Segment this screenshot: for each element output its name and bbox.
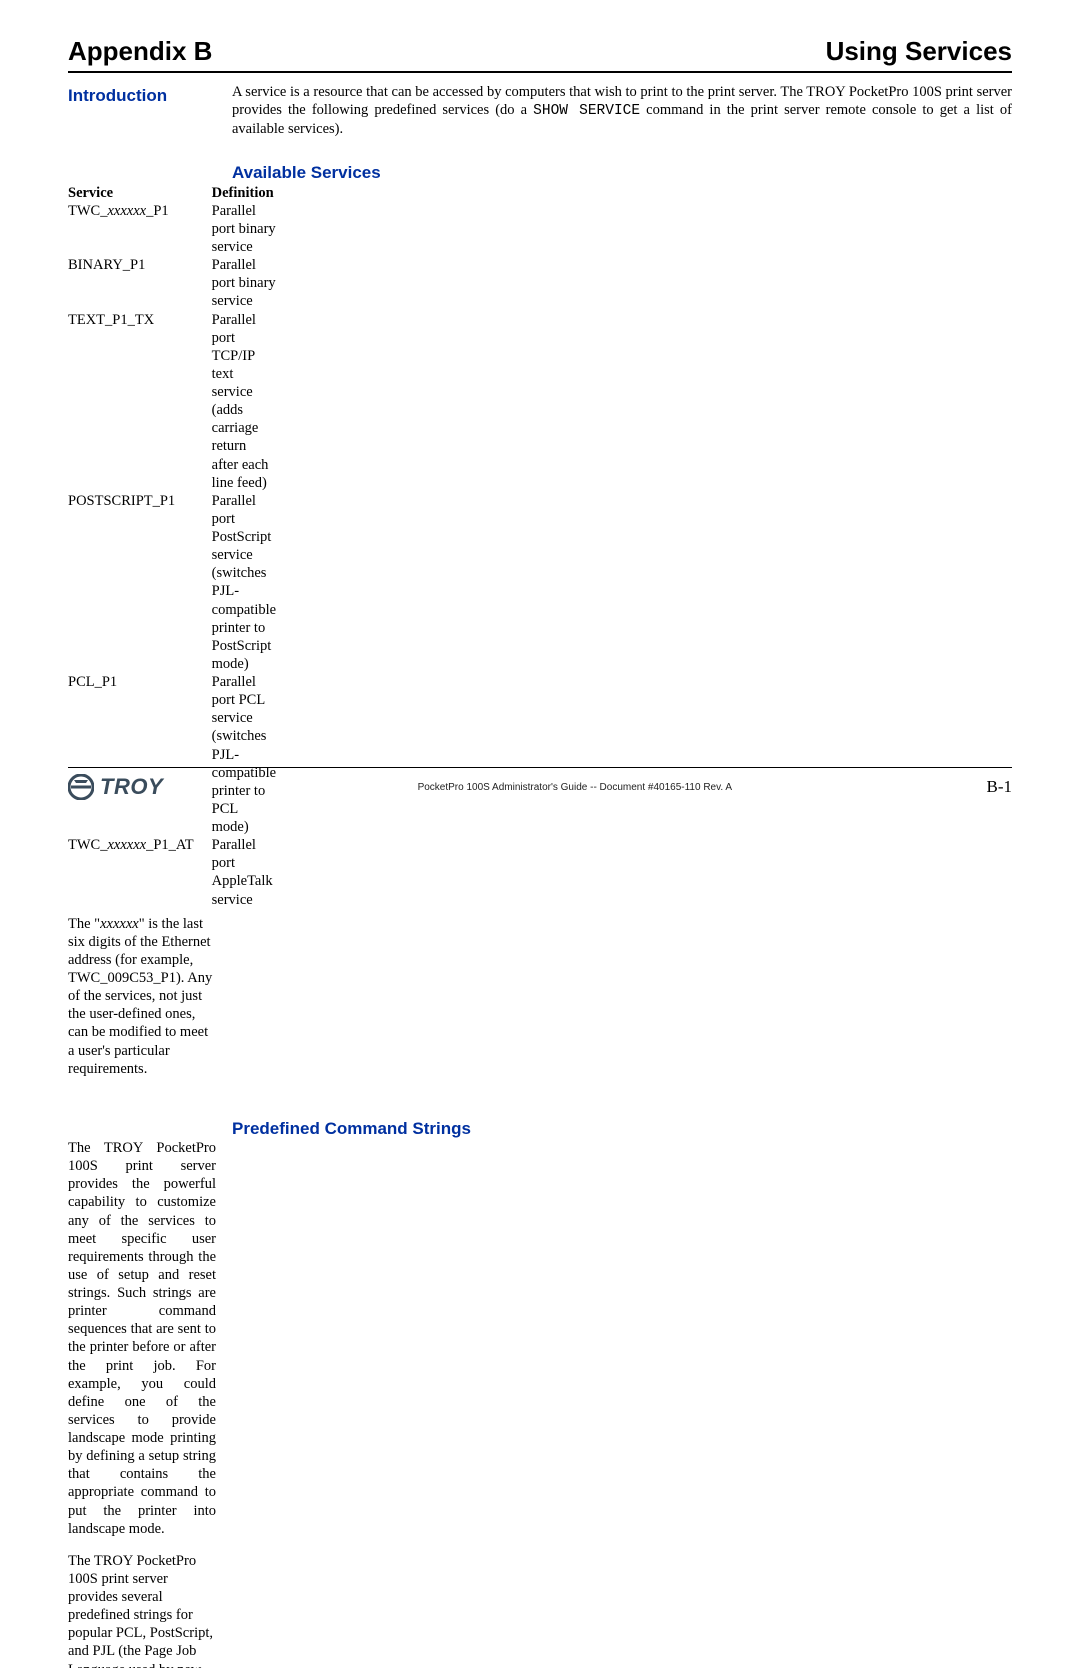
svc-definition: Parallel port PostScript service (switch… (212, 492, 294, 673)
page-header: Appendix B Using Services (68, 36, 1012, 67)
side-heading-introduction: Introduction (68, 83, 216, 152)
services-table-header-row: Service Definition (68, 184, 294, 202)
svc-name-part: TWC_ (68, 203, 107, 219)
svc-name-part: PCL_P1 (68, 674, 117, 690)
svc-name-part: BINARY_P1 (68, 257, 145, 273)
table-row: TEXT_P1_TX Parallel port TCP/IP text ser… (68, 311, 294, 492)
header-left: Appendix B (68, 36, 212, 67)
side-heading-available-services: Available Services (232, 160, 1012, 183)
troy-logo-icon (68, 774, 94, 800)
note-text-var: xxxxxx (100, 916, 139, 932)
content-grid: Introduction A service is a resource tha… (68, 83, 1012, 1668)
svc-name-part: TEXT_P1_TX (68, 312, 154, 328)
intro-paragraph: A service is a resource that can be acce… (232, 83, 1012, 138)
header-right: Using Services (826, 36, 1012, 67)
document-page: Appendix B Using Services Introduction A… (0, 0, 1080, 834)
svc-definition: Parallel port AppleTalk service (212, 836, 294, 909)
svc-definition: Parallel port binary service (212, 256, 294, 310)
note-text-a: The " (68, 916, 100, 932)
troy-logo-text: TROY (100, 774, 163, 800)
page-number: B-1 (986, 777, 1012, 797)
predefined-body: The TROY PocketPro 100S print server pro… (68, 1139, 216, 1668)
svc-name-part: _P1 (146, 203, 169, 219)
col-header-service: Service (68, 184, 212, 202)
page-footer: TROY PocketPro 100S Administrator's Guid… (68, 767, 1012, 800)
services-body: Service Definition TWC_xxxxxx_P1 Paralle… (68, 184, 216, 1092)
svc-name-part: POSTSCRIPT_P1 (68, 493, 175, 509)
table-row: PCL_P1 Parallel port PCL service (switch… (68, 673, 294, 836)
table-row: TWC_xxxxxx_P1_AT Parallel port AppleTalk… (68, 836, 294, 909)
col-header-definition: Definition (212, 184, 294, 202)
svc-name-var: xxxxxx (107, 837, 146, 853)
footer-doc-info: PocketPro 100S Administrator's Guide -- … (418, 782, 732, 793)
footer-row: TROY PocketPro 100S Administrator's Guid… (68, 768, 1012, 800)
spacer (68, 1092, 1012, 1116)
troy-logo: TROY (68, 774, 163, 800)
svc-name-part: TWC_ (68, 837, 107, 853)
spacer (68, 152, 1012, 160)
predefined-paragraph-1: The TROY PocketPro 100S print server pro… (68, 1139, 216, 1538)
svc-definition: Parallel port TCP/IP text service (adds … (212, 311, 294, 492)
intro-cmd: SHOW SERVICE (533, 103, 640, 119)
side-heading-predefined: Predefined Command Strings (232, 1116, 1012, 1139)
header-rule (68, 71, 1012, 73)
svc-name-var: xxxxxx (107, 203, 146, 219)
table-row: TWC_xxxxxx_P1 Parallel port binary servi… (68, 202, 294, 256)
note-text-b: " is the last six digits of the Ethernet… (68, 916, 212, 1077)
services-note: The "xxxxxx" is the last six digits of t… (68, 915, 216, 1078)
svc-name-part: _P1_AT (146, 837, 194, 853)
p2-text-a: The TROY PocketPro 100S print server pro… (68, 1553, 213, 1668)
svc-definition: Parallel port binary service (212, 202, 294, 256)
table-row: BINARY_P1 Parallel port binary service (68, 256, 294, 310)
table-row: POSTSCRIPT_P1 Parallel port PostScript s… (68, 492, 294, 673)
svc-definition: Parallel port PCL service (switches PJL-… (212, 673, 294, 836)
intro-body: A service is a resource that can be acce… (232, 83, 1012, 152)
predefined-paragraph-2: The TROY PocketPro 100S print server pro… (68, 1552, 216, 1668)
